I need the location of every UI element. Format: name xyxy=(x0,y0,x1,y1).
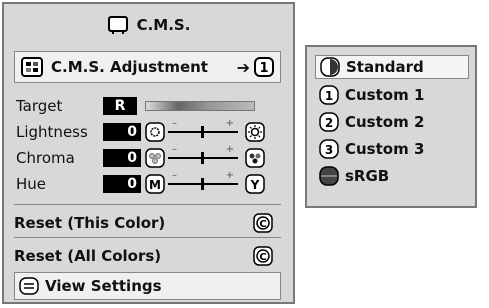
svg-text:C: C xyxy=(259,252,266,263)
view-settings-label: View Settings xyxy=(45,277,162,295)
target-value: R xyxy=(103,97,137,115)
svg-text:2: 2 xyxy=(325,116,333,130)
c-button-icon: C xyxy=(253,213,273,233)
reset-all-colors-label: Reset (All Colors) xyxy=(14,247,162,265)
projector-icon xyxy=(107,16,128,34)
low-chroma-icon xyxy=(145,148,165,168)
cms-adjustment-label: C.M.S. Adjustment xyxy=(51,58,208,76)
standard-icon xyxy=(320,57,340,77)
target-row[interactable]: Target R xyxy=(14,94,281,118)
reset-this-color-button[interactable]: Reset (This Color) C xyxy=(14,209,281,237)
svg-text:M: M xyxy=(149,178,161,192)
chroma-slider[interactable]: – + xyxy=(168,144,238,168)
arrow-right-icon: ➔ xyxy=(236,57,250,77)
menu-item-standard[interactable]: Standard xyxy=(315,55,469,79)
slider-thumb[interactable] xyxy=(201,126,204,138)
lightness-value: 0 xyxy=(103,123,141,141)
custom-number-icon: 1 xyxy=(254,57,274,77)
svg-text:1: 1 xyxy=(325,89,333,103)
lightness-row[interactable]: Lightness 0 – + xyxy=(14,118,281,144)
hue-row[interactable]: Hue 0 M – + Y xyxy=(14,170,281,196)
menu-item-label: Custom 3 xyxy=(345,140,425,158)
svg-text:1: 1 xyxy=(259,61,268,76)
adjustment-icon xyxy=(21,57,43,77)
hue-slider[interactable]: – + xyxy=(168,170,238,194)
view-settings-button[interactable]: View Settings xyxy=(14,272,281,300)
divider xyxy=(14,204,281,205)
high-chroma-icon xyxy=(245,148,265,168)
magenta-icon: M xyxy=(145,174,165,194)
cms-mode-menu: Standard 1 Custom 1 2 Custom 2 3 Custom … xyxy=(305,45,477,208)
custom-3-icon: 3 xyxy=(319,139,339,159)
menu-item-custom-3[interactable]: 3 Custom 3 xyxy=(315,137,469,161)
cms-adjustment-row[interactable]: C.M.S. Adjustment ➔ 1 xyxy=(14,51,281,83)
custom-1-icon: 1 xyxy=(319,85,339,105)
chroma-row[interactable]: Chroma 0 – + xyxy=(14,144,281,170)
menu-item-label: sRGB xyxy=(345,167,390,185)
target-label: Target xyxy=(16,97,63,115)
chroma-label: Chroma xyxy=(16,149,75,167)
color-gradient-bar xyxy=(145,101,255,111)
menu-item-label: Custom 2 xyxy=(345,113,425,131)
panel-title-text: C.M.S. xyxy=(136,16,191,34)
svg-text:Y: Y xyxy=(250,178,260,192)
svg-text:C: C xyxy=(259,219,266,230)
srgb-icon xyxy=(319,166,339,186)
c-button-icon: C xyxy=(253,246,273,266)
reset-all-colors-button[interactable]: Reset (All Colors) C xyxy=(14,242,281,270)
view-settings-icon xyxy=(19,277,39,295)
yellow-icon: Y xyxy=(245,174,265,194)
reset-this-color-label: Reset (This Color) xyxy=(14,214,166,232)
lightness-label: Lightness xyxy=(16,123,88,141)
dark-sun-icon xyxy=(145,122,165,142)
bright-sun-icon xyxy=(245,122,265,142)
menu-item-custom-1[interactable]: 1 Custom 1 xyxy=(315,83,469,107)
menu-item-label: Custom 1 xyxy=(345,86,425,104)
chroma-value: 0 xyxy=(103,149,141,167)
slider-thumb[interactable] xyxy=(201,178,204,190)
menu-item-srgb[interactable]: sRGB xyxy=(315,164,469,188)
cms-panel: C.M.S. C.M.S. Adjustment ➔ 1 Target R Li… xyxy=(2,2,295,304)
lightness-slider[interactable]: – + xyxy=(168,118,238,142)
hue-value: 0 xyxy=(103,175,141,193)
hue-label: Hue xyxy=(16,175,47,193)
menu-item-custom-2[interactable]: 2 Custom 2 xyxy=(315,110,469,134)
svg-text:3: 3 xyxy=(325,143,333,157)
menu-item-label: Standard xyxy=(346,58,424,76)
panel-title: C.M.S. xyxy=(4,4,293,46)
divider xyxy=(14,237,281,238)
custom-2-icon: 2 xyxy=(319,112,339,132)
slider-thumb[interactable] xyxy=(201,152,204,164)
